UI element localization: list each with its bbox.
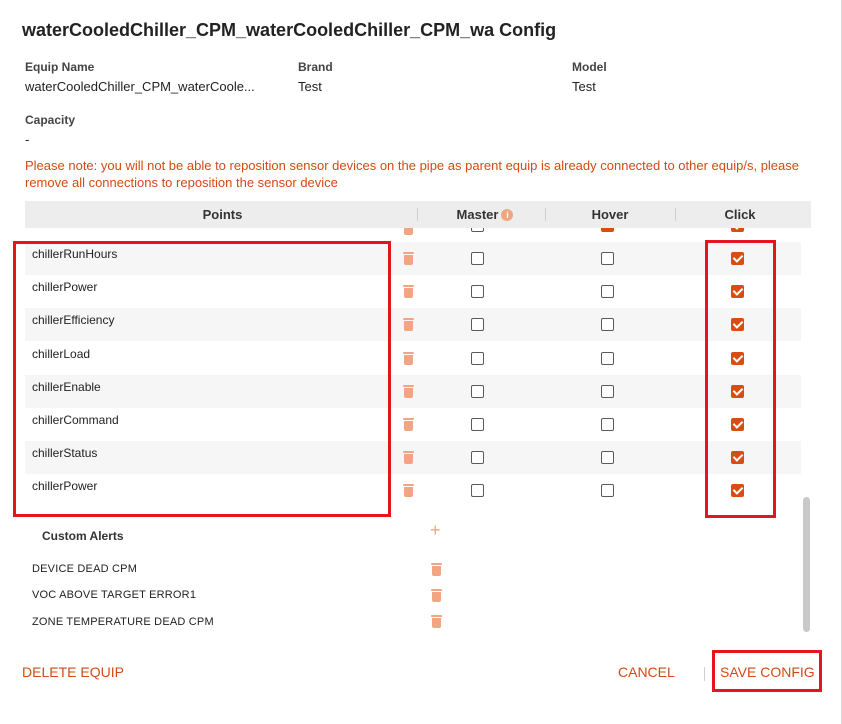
master-checkbox[interactable] <box>471 384 484 398</box>
master-checkbox[interactable] <box>471 351 484 365</box>
trash-icon[interactable] <box>431 563 442 576</box>
column-header-points: Points <box>202 207 243 222</box>
highlight-points-column <box>13 241 391 517</box>
hover-checkbox[interactable] <box>601 285 614 299</box>
master-checkbox[interactable] <box>471 484 484 498</box>
points-table-header: Points Master i Hover Click <box>25 201 811 228</box>
hover-checkbox[interactable] <box>601 351 614 365</box>
trash-icon[interactable] <box>403 285 414 299</box>
brand-value: Test <box>298 79 322 94</box>
column-header-hover: Hover <box>591 207 629 222</box>
trash-icon[interactable] <box>431 615 442 628</box>
model-value: Test <box>572 79 596 94</box>
master-checkbox[interactable] <box>471 451 484 465</box>
master-checkbox[interactable] <box>471 252 484 265</box>
footer-divider <box>704 667 705 681</box>
highlight-click-column <box>705 240 776 518</box>
master-checkbox[interactable] <box>471 228 484 232</box>
dialog-title: waterCooledChiller_CPM_waterCooledChille… <box>22 20 557 40</box>
cancel-button[interactable]: CANCEL <box>618 664 675 680</box>
delete-equip-button[interactable]: DELETE EQUIP <box>22 664 124 680</box>
trash-icon[interactable] <box>403 252 414 265</box>
click-checkbox[interactable] <box>731 228 744 232</box>
brand-label: Brand <box>298 60 333 74</box>
column-header-master-label: Master <box>456 207 499 222</box>
reposition-warning-note: Please note: you will not be able to rep… <box>25 158 800 190</box>
hover-checkbox[interactable] <box>601 252 614 265</box>
trash-icon[interactable] <box>403 351 414 365</box>
alert-item: VOC ABOVE TARGET ERROR1 <box>32 589 197 601</box>
trash-icon[interactable] <box>403 484 414 498</box>
column-header-click: Click <box>724 207 756 222</box>
master-checkbox[interactable] <box>471 418 484 431</box>
config-dialog: waterCooledChiller_CPM_waterCooledChille… <box>0 0 842 724</box>
hover-checkbox[interactable] <box>601 484 614 498</box>
equip-name-value: waterCooledChiller_CPM_waterCoole... <box>25 79 255 94</box>
alert-item: ZONE TEMPERATURE DEAD CPM <box>32 616 214 628</box>
plus-icon[interactable]: + <box>430 520 441 540</box>
trash-icon[interactable] <box>403 418 414 431</box>
info-icon[interactable]: i <box>501 209 514 221</box>
trash-icon[interactable] <box>403 451 414 465</box>
capacity-label: Capacity <box>25 113 76 127</box>
equip-name-label: Equip Name <box>25 60 95 74</box>
master-checkbox[interactable] <box>471 318 484 332</box>
hover-checkbox[interactable] <box>601 418 614 431</box>
hover-checkbox[interactable] <box>601 384 614 398</box>
hover-checkbox[interactable] <box>601 318 614 332</box>
table-row-partial <box>25 228 801 242</box>
trash-icon[interactable] <box>403 228 414 235</box>
capacity-value: - <box>25 132 30 147</box>
column-header-master: Master i <box>420 201 550 228</box>
hover-checkbox[interactable] <box>601 451 614 465</box>
hover-checkbox[interactable] <box>601 228 614 232</box>
scrollbar-thumb[interactable] <box>803 497 810 632</box>
alert-item: DEVICE DEAD CPM <box>32 563 138 575</box>
trash-icon[interactable] <box>403 384 414 398</box>
highlight-save-button <box>712 650 822 692</box>
trash-icon[interactable] <box>431 589 442 602</box>
custom-alerts-title: Custom Alerts <box>42 529 124 543</box>
model-label: Model <box>572 60 607 74</box>
master-checkbox[interactable] <box>471 285 484 299</box>
column-divider <box>417 208 418 221</box>
trash-icon[interactable] <box>403 318 414 332</box>
